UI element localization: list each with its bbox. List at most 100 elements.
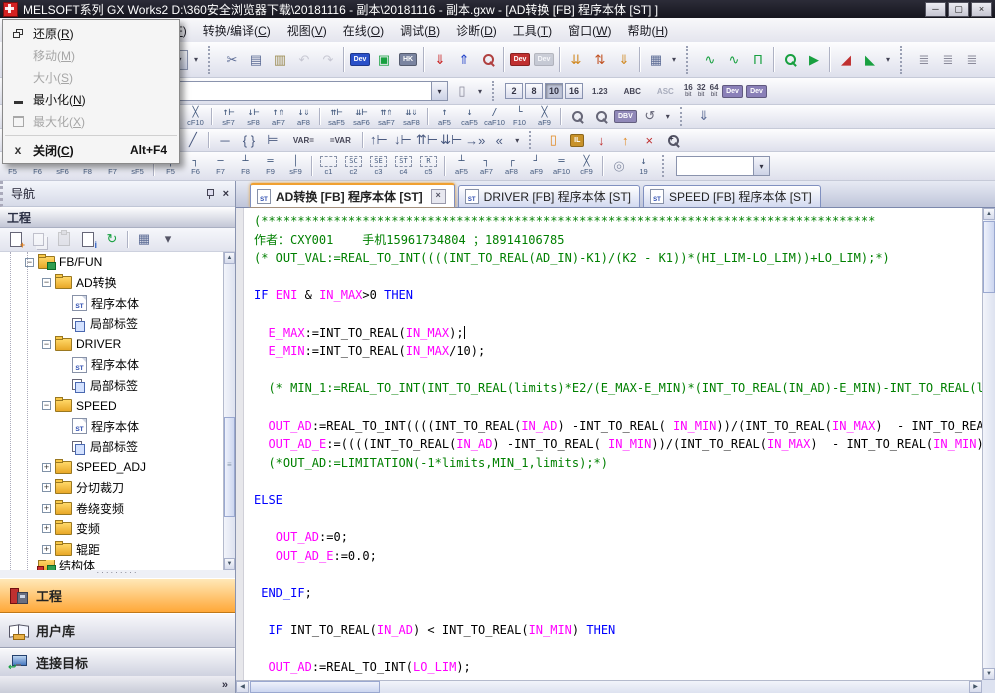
var-assign-button[interactable]: VAR=	[287, 135, 320, 146]
fkey-c2-button[interactable]: SCc2	[341, 156, 366, 176]
scroll-left-icon[interactable]: ◀	[236, 681, 249, 693]
sort-display-drop-button[interactable]: ▾	[157, 230, 179, 250]
trace-start-button[interactable]: ▶	[803, 45, 825, 75]
copy-button[interactable]: ▤	[245, 45, 267, 75]
insert-statement-button[interactable]: ⇓	[693, 107, 715, 127]
tree-item[interactable]: −AD转换	[0, 273, 235, 294]
expand-toggle-icon[interactable]: +	[42, 463, 51, 472]
tree-item[interactable]: +分切裁刀	[0, 478, 235, 499]
display-16bit-button[interactable]: 16bit	[684, 84, 693, 98]
fkey-F6-button[interactable]: ┐F6	[183, 156, 208, 176]
menu-item[interactable]: 窗口(W)	[560, 19, 619, 42]
scroll-up-icon[interactable]: ▲	[983, 208, 995, 220]
collapse-toggle-icon[interactable]: −	[42, 340, 51, 349]
device-test-2-button[interactable]: Dev	[746, 80, 768, 102]
tab-close-icon[interactable]: ×	[431, 189, 446, 204]
device-test-1-button[interactable]: Dev	[722, 80, 744, 102]
fkey-aF9-button[interactable]: ╳aF9	[532, 107, 557, 127]
list-view-3-button[interactable]: ≣	[961, 45, 983, 75]
list-view-2-button[interactable]: ≣	[937, 45, 959, 75]
tree-item[interactable]: 局部标签	[0, 375, 235, 396]
fkey-caF10-button[interactable]: /caF10	[482, 107, 507, 127]
fkey-aF8-button[interactable]: ↓⇓aF8	[291, 107, 316, 127]
write-to-plc-button[interactable]: ⇓	[429, 45, 451, 75]
find-next-button[interactable]: ↓	[590, 131, 612, 150]
expand-toggle-icon[interactable]: +	[42, 545, 51, 554]
scroll-down-icon[interactable]: ▼	[983, 668, 995, 680]
collapse-toggle-icon[interactable]: −	[42, 401, 51, 410]
delete-data-button[interactable]: ×	[638, 131, 660, 150]
zoom-in-button[interactable]: +	[662, 131, 684, 150]
pointer-branch-button[interactable]: ◎	[608, 154, 630, 178]
fkey-F9-button[interactable]: ═F9	[258, 156, 283, 176]
tree-item[interactable]: +辊距	[0, 539, 235, 560]
toolbar-overflow-icon[interactable]: ▾	[511, 136, 523, 145]
fkey-cF9-button[interactable]: ╳cF9	[574, 156, 599, 176]
toolbar-grip[interactable]	[900, 46, 908, 74]
undo-button[interactable]: ↶	[293, 45, 315, 75]
fkey-aF9-button[interactable]: ┘aF9	[524, 156, 549, 176]
trend-graph-1-button[interactable]: ◢	[835, 45, 857, 75]
editor-vertical-scrollbar[interactable]: ▲ ▼	[982, 208, 995, 680]
verify-with-plc-button[interactable]	[477, 45, 499, 75]
fkey-F7-button[interactable]: ─F7	[208, 156, 233, 176]
expand-toggle-icon[interactable]: +	[42, 483, 51, 492]
nav-button-userlib[interactable]: 用户库	[0, 613, 235, 648]
fkey-saF8-button[interactable]: ⇊⇓saF8	[399, 107, 424, 127]
tree-item[interactable]: +变频	[0, 519, 235, 540]
fkey-19-button[interactable]: ↓19	[631, 156, 656, 176]
toolbar-overflow-icon[interactable]: ▾	[190, 55, 202, 64]
time-monitor-button[interactable]: ↺	[639, 107, 661, 127]
document-tab[interactable]: STDRIVER [FB] 程序本体 [ST]	[458, 185, 640, 207]
trend-graph-2-button[interactable]: ◣	[859, 45, 881, 75]
instruction-braces-button[interactable]: { }	[238, 131, 260, 150]
toolbar-grip[interactable]	[529, 131, 537, 149]
new-data-button[interactable]: ▯	[542, 131, 564, 150]
collapse-toggle-icon[interactable]: −	[42, 278, 51, 287]
il-editor-button[interactable]: IL	[566, 131, 588, 150]
tree-item[interactable]: 局部标签	[0, 437, 235, 458]
fkey-c1-button[interactable]: c1	[316, 156, 341, 176]
jump-button[interactable]: →»	[464, 131, 486, 150]
device-buffer-view-button[interactable]: DBV	[614, 107, 637, 127]
scroll-down-icon[interactable]: ▼	[224, 558, 235, 570]
rising-branch-button[interactable]: ⇈⊢	[416, 131, 438, 150]
close-button[interactable]: ×	[971, 2, 992, 17]
tree-item[interactable]: −DRIVER	[0, 334, 235, 355]
chevron-down-icon[interactable]: ▾	[431, 82, 447, 100]
document-tab[interactable]: STSPEED [FB] 程序本体 [ST]	[643, 185, 821, 207]
list-view-1-button[interactable]: ≣	[913, 45, 935, 75]
monitor-stop-button[interactable]: HK	[397, 45, 419, 75]
fkey-c4-button[interactable]: STc4	[391, 156, 416, 176]
display-real-button[interactable]: 1.23	[586, 86, 614, 97]
display-string-button[interactable]: ABC	[618, 86, 647, 97]
document-tab[interactable]: STAD转换 [FB] 程序本体 [ST]×	[250, 183, 455, 207]
scroll-thumb[interactable]	[250, 681, 380, 693]
expand-toggle-icon[interactable]: +	[42, 524, 51, 533]
toolbar-overflow-icon[interactable]: ▾	[882, 55, 894, 64]
sysmenu-item[interactable]: x关闭(C)Alt+F4	[3, 139, 179, 161]
rising-pulse-button[interactable]: ↑⊢	[368, 131, 390, 150]
display-64bit-button[interactable]: 64bit	[710, 84, 719, 98]
display-octal-button[interactable]: 8	[525, 83, 543, 99]
line-delete-button[interactable]: ╱	[182, 131, 204, 150]
fkey-saF6-button[interactable]: ⇊⊢saF6	[349, 107, 374, 127]
panel-splitter[interactable]: ·········	[0, 570, 235, 578]
menu-item[interactable]: 转换/编译(C)	[195, 19, 279, 42]
fkey-caF5-button[interactable]: ↓caF5	[457, 107, 482, 127]
fkey-cF10-button[interactable]: ╳cF10	[183, 107, 208, 127]
menu-item[interactable]: 帮助(H)	[619, 19, 676, 42]
scroll-right-icon[interactable]: ▶	[969, 681, 982, 693]
scroll-thumb[interactable]	[224, 417, 235, 517]
watch-window-1-button[interactable]	[566, 107, 588, 127]
tree-item[interactable]: ST程序本体	[0, 416, 235, 437]
display-binary-button[interactable]: 2	[505, 83, 523, 99]
fkey-c5-button[interactable]: Rc5	[416, 156, 441, 176]
panel-close-icon[interactable]: ×	[223, 188, 229, 200]
paste-data-button[interactable]	[53, 230, 75, 250]
fkey-saF7-button[interactable]: ⇈⇑saF7	[374, 107, 399, 127]
fkey-aF5-button[interactable]: ┴aF5	[449, 156, 474, 176]
fkey-aF8-button[interactable]: ┌aF8	[499, 156, 524, 176]
sampling-trace-1-button[interactable]: ∿	[699, 45, 721, 75]
menu-item[interactable]: 在线(O)	[335, 19, 392, 42]
